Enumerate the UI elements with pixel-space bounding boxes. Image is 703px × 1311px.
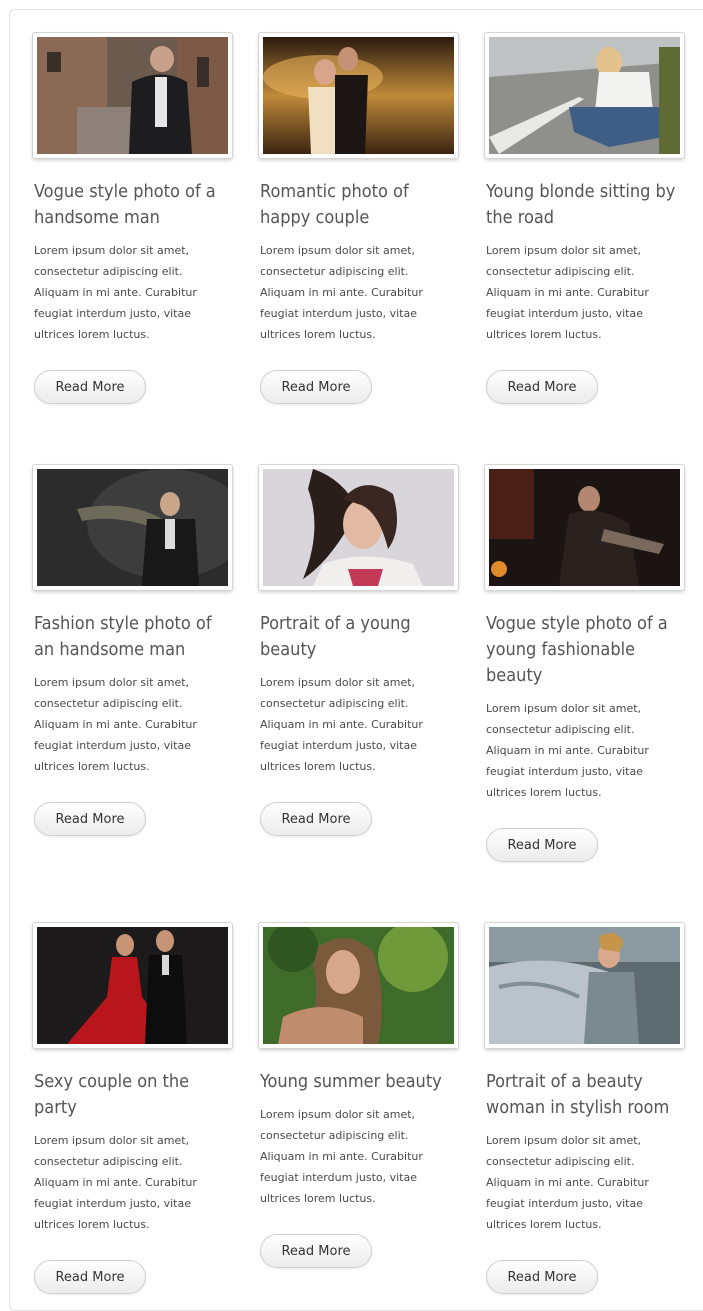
post-title[interactable]: Vogue style photo of a young fashionable… xyxy=(486,611,682,689)
stylish-room-photo xyxy=(489,927,680,1044)
post-card: Fashion style photo of an handsome man L… xyxy=(33,465,233,836)
post-thumbnail[interactable] xyxy=(485,33,684,158)
fashion-man-photo xyxy=(37,469,228,586)
blonde-road-photo xyxy=(489,37,680,154)
post-thumbnail[interactable] xyxy=(485,923,684,1048)
street-man-photo xyxy=(37,37,228,154)
post-title[interactable]: Portrait of a beauty woman in stylish ro… xyxy=(486,1069,682,1121)
post-title[interactable]: Vogue style photo of a handsome man xyxy=(34,179,230,231)
post-thumbnail[interactable] xyxy=(33,33,232,158)
post-excerpt: Lorem ipsum dolor sit amet, consectetur … xyxy=(260,244,423,341)
read-more-button[interactable]: Read More xyxy=(34,370,146,404)
post-thumbnail[interactable] xyxy=(485,465,684,590)
post-card: Young blonde sitting by the road Lorem i… xyxy=(485,33,685,404)
party-couple-photo xyxy=(37,927,228,1044)
fashionable-beauty-photo xyxy=(489,469,680,586)
summer-beauty-photo xyxy=(263,927,454,1044)
post-thumbnail[interactable] xyxy=(259,923,458,1048)
post-excerpt: Lorem ipsum dolor sit amet, consectetur … xyxy=(486,702,649,799)
post-card: Young summer beauty Lorem ipsum dolor si… xyxy=(259,923,459,1268)
post-excerpt: Lorem ipsum dolor sit amet, consectetur … xyxy=(34,244,197,341)
post-excerpt: Lorem ipsum dolor sit amet, consectetur … xyxy=(486,1134,649,1231)
couple-sunset-photo xyxy=(263,37,454,154)
post-excerpt: Lorem ipsum dolor sit amet, consectetur … xyxy=(34,676,197,773)
read-more-button[interactable]: Read More xyxy=(486,1260,598,1294)
post-excerpt: Lorem ipsum dolor sit amet, consectetur … xyxy=(260,676,423,773)
post-excerpt: Lorem ipsum dolor sit amet, consectetur … xyxy=(486,244,649,341)
post-card: Sexy couple on the party Lorem ipsum dol… xyxy=(33,923,233,1294)
post-title[interactable]: Young summer beauty xyxy=(260,1069,456,1095)
post-title[interactable]: Sexy couple on the party xyxy=(34,1069,230,1121)
post-thumbnail[interactable] xyxy=(259,465,458,590)
post-thumbnail[interactable] xyxy=(33,465,232,590)
read-more-button[interactable]: Read More xyxy=(486,828,598,862)
post-thumbnail[interactable] xyxy=(259,33,458,158)
read-more-button[interactable]: Read More xyxy=(486,370,598,404)
post-title[interactable]: Portrait of a young beauty xyxy=(260,611,456,663)
post-card: Portrait of a beauty woman in stylish ro… xyxy=(485,923,685,1294)
post-card: Portrait of a young beauty Lorem ipsum d… xyxy=(259,465,459,836)
post-card: Romantic photo of happy couple Lorem ips… xyxy=(259,33,459,404)
post-title[interactable]: Fashion style photo of an handsome man xyxy=(34,611,230,663)
post-card: Vogue style photo of a young fashionable… xyxy=(485,465,685,862)
read-more-button[interactable]: Read More xyxy=(260,1234,372,1268)
post-title[interactable]: Romantic photo of happy couple xyxy=(260,179,456,231)
read-more-button[interactable]: Read More xyxy=(34,1260,146,1294)
post-excerpt: Lorem ipsum dolor sit amet, consectetur … xyxy=(34,1134,197,1231)
read-more-button[interactable]: Read More xyxy=(34,802,146,836)
read-more-button[interactable]: Read More xyxy=(260,370,372,404)
post-title[interactable]: Young blonde sitting by the road xyxy=(486,179,682,231)
post-thumbnail[interactable] xyxy=(33,923,232,1048)
read-more-button[interactable]: Read More xyxy=(260,802,372,836)
post-excerpt: Lorem ipsum dolor sit amet, consectetur … xyxy=(260,1108,423,1205)
young-beauty-photo xyxy=(263,469,454,586)
post-card: Vogue style photo of a handsome man Lore… xyxy=(33,33,233,404)
